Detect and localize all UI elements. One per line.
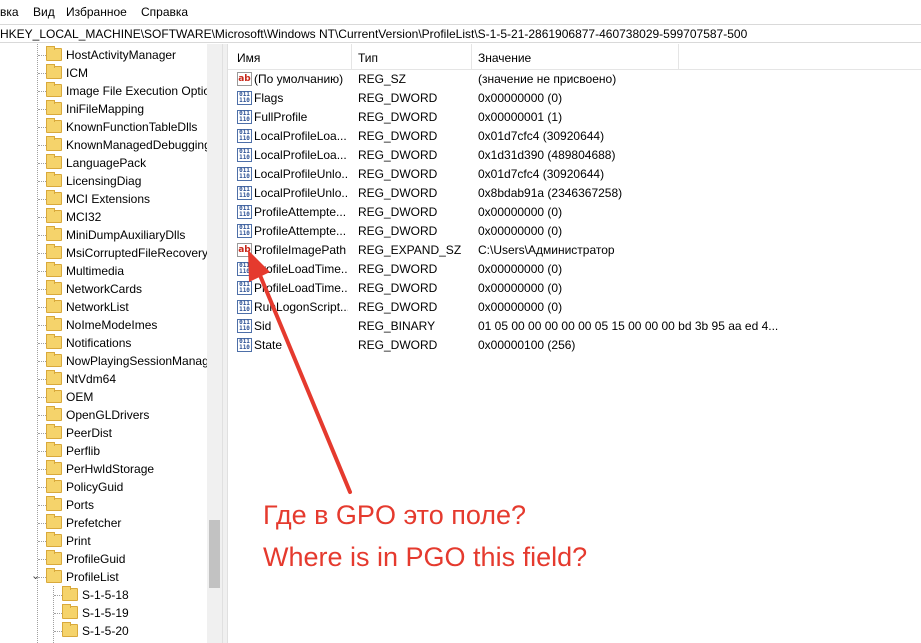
annotation-arrow: [248, 250, 352, 494]
